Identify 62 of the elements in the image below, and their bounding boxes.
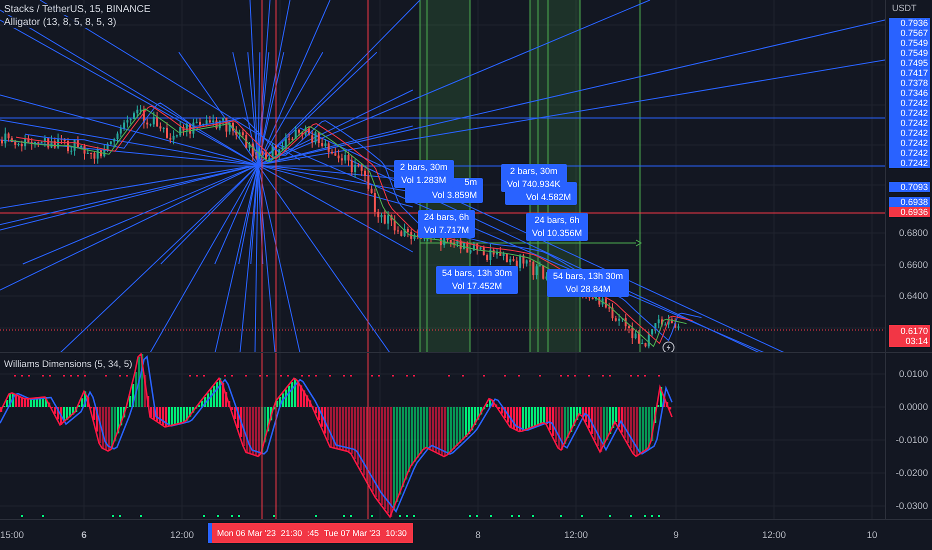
time-range-text: 21:30 xyxy=(280,528,302,538)
volume-text: Vol 28.84M xyxy=(566,284,611,295)
price-label: 0.7242 xyxy=(889,98,930,108)
price-label: 0.7242 xyxy=(889,148,930,158)
axis-tick: -0.0100 xyxy=(896,435,928,446)
axis-tick: -0.0300 xyxy=(896,501,928,512)
price-label: 0.7242 xyxy=(889,158,930,168)
volume-text: Vol 1.283M xyxy=(401,175,446,186)
volume-text: Vol 10.356M xyxy=(532,228,582,239)
axis-tick: -0.0200 xyxy=(896,468,928,479)
time-tick: 12:00 xyxy=(564,530,588,541)
currency-label: USDT xyxy=(892,3,916,13)
time-range-text: Tue 07 Mar '23 xyxy=(324,528,380,538)
axis-tick: 0.0100 xyxy=(898,369,928,380)
price-tick: 0.6400 xyxy=(898,291,928,302)
price-text: 0.6170 xyxy=(900,326,928,336)
volume-text: Vol 4.582M xyxy=(526,192,571,203)
bars-text: 2 bars, 30m xyxy=(400,162,448,173)
price-label: 0.7093 xyxy=(889,182,930,192)
price-label: 0.6936 xyxy=(889,207,930,217)
price-label: 0.7242 xyxy=(889,128,930,138)
price-label: 0.7346 xyxy=(889,88,930,98)
time-tick: 10 xyxy=(866,530,878,541)
time-range-text: Mon 06 Mar '23 xyxy=(217,528,276,538)
range-start-marker xyxy=(208,523,212,543)
time-range-text: :45 xyxy=(307,528,319,538)
price-label: 0.7567 xyxy=(889,28,930,38)
time-tick: 12:00 xyxy=(170,530,194,541)
price-tick: 0.6800 xyxy=(898,228,928,239)
price-label: 0.7378 xyxy=(889,78,930,88)
price-label: 0.7549 xyxy=(889,48,930,58)
indicator-title: Williams Dimensions (5, 34, 5) xyxy=(4,359,132,370)
price-label: 0.6938 xyxy=(889,197,930,207)
price-label: 0.7242 xyxy=(889,138,930,148)
price-tick: 0.6600 xyxy=(898,260,928,271)
axis-tick: 0.0000 xyxy=(898,402,928,413)
price-label: 0.7549 xyxy=(889,38,930,48)
countdown-text: 03:14 xyxy=(905,336,928,346)
bars-text: 5m xyxy=(464,177,477,188)
bars-text: 24 bars, 6h xyxy=(424,212,470,223)
time-range-text: 10:30 xyxy=(386,528,407,538)
volume-text: Vol 740.934K xyxy=(507,179,561,190)
price-label: 0.7417 xyxy=(889,68,930,78)
bars-text: 54 bars, 13h 30m xyxy=(442,268,512,279)
lightning-icon[interactable] xyxy=(662,341,675,352)
time-tick: 12:00 xyxy=(762,530,786,541)
time-tick: 8 xyxy=(475,530,481,541)
bars-text: 54 bars, 13h 30m xyxy=(553,271,624,282)
price-label: 0.7495 xyxy=(889,58,930,68)
chart-title: Stacks / TetherUS, 15, BINANCE xyxy=(4,4,151,15)
price-label: 0.7242 xyxy=(889,118,930,128)
bars-text: 2 bars, 30m xyxy=(510,166,558,177)
price-label: 0.7936 xyxy=(889,18,930,28)
time-tick: 9 xyxy=(673,530,679,541)
indicator-label: Alligator (13, 8, 5, 8, 5, 3) xyxy=(4,17,116,28)
volume-text: Vol 17.452M xyxy=(452,281,502,292)
time-tick: 6 xyxy=(81,530,87,541)
volume-text: Vol 3.859M xyxy=(432,190,477,201)
bars-text: 24 bars, 6h xyxy=(534,215,580,226)
price-label: 0.7242 xyxy=(889,108,930,118)
time-tick: 15:00 xyxy=(0,530,24,541)
volume-text: Vol 7.717M xyxy=(424,225,470,236)
